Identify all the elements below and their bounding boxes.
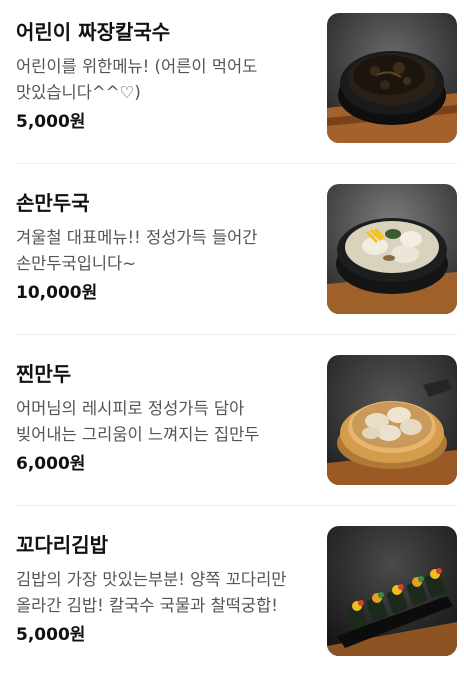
menu-item-description: 어린이를 위한메뉴! (어른이 먹어도 맛있습니다^^♡): [16, 57, 258, 102]
menu-item-price: 6,000원: [16, 454, 86, 474]
divider: [16, 163, 457, 164]
kimbap-photo[interactable]: [327, 526, 457, 656]
menu-item-name: 손만두국: [16, 191, 90, 215]
menu-item-text: 손만두국 겨울철 대표메뉴!! 정성가득 들어간 손만두국입니다~ 10,000…: [16, 189, 308, 305]
menu-item-price: 10,000원: [16, 283, 98, 303]
menu-item-description: 어머님의 레시피로 정성가득 담아 빚어내는 그리움이 느껴지는 집만두: [16, 399, 260, 444]
menu-item-text: 꼬다리김밥 김밥의 가장 맛있는부분! 양쪽 꼬다리만 올라간 김밥! 칼국수 …: [16, 531, 308, 647]
menu-item-price: 5,000원: [16, 625, 86, 645]
menu-item-name: 어린이 짜장칼국수: [16, 20, 171, 44]
jajang-noodle-photo[interactable]: [327, 13, 457, 143]
divider: [16, 334, 457, 335]
menu-item-description: 김밥의 가장 맛있는부분! 양쪽 꼬다리만 올라간 김밥! 칼국수 국물과 찰떡…: [16, 570, 287, 615]
menu-item-steamed-dumpling[interactable]: 찐만두 어머님의 레시피로 정성가득 담아 빚어내는 그리움이 느껴지는 집만두…: [16, 342, 457, 512]
jajang-noodle-image: [327, 13, 457, 143]
dumpling-soup-photo[interactable]: [327, 184, 457, 314]
menu-item-text: 어린이 짜장칼국수 어린이를 위한메뉴! (어른이 먹어도 맛있습니다^^♡) …: [16, 18, 308, 134]
steamed-dumpling-image: [327, 355, 457, 485]
menu-item-text: 찐만두 어머님의 레시피로 정성가득 담아 빚어내는 그리움이 느껴지는 집만두…: [16, 360, 308, 476]
kimbap-image: [327, 526, 457, 656]
menu-item-dumpling-soup[interactable]: 손만두국 겨울철 대표메뉴!! 정성가득 들어간 손만두국입니다~ 10,000…: [16, 171, 457, 341]
menu-item-name: 꼬다리김밥: [16, 533, 108, 557]
dumpling-soup-image: [327, 184, 457, 314]
divider: [16, 505, 457, 506]
menu-item-description: 겨울철 대표메뉴!! 정성가득 들어간 손만두국입니다~: [16, 228, 258, 273]
menu-item-name: 찐만두: [16, 362, 72, 386]
menu-list: 어린이 짜장칼국수 어린이를 위한메뉴! (어른이 먹어도 맛있습니다^^♡) …: [0, 0, 464, 666]
menu-item-kkodari-kimbap[interactable]: 꼬다리김밥 김밥의 가장 맛있는부분! 양쪽 꼬다리만 올라간 김밥! 칼국수 …: [16, 513, 457, 683]
menu-item-price: 5,000원: [16, 112, 86, 132]
steamed-dumpling-photo[interactable]: [327, 355, 457, 485]
menu-item-kids-jajang-kalguksu[interactable]: 어린이 짜장칼국수 어린이를 위한메뉴! (어른이 먹어도 맛있습니다^^♡) …: [16, 0, 457, 170]
